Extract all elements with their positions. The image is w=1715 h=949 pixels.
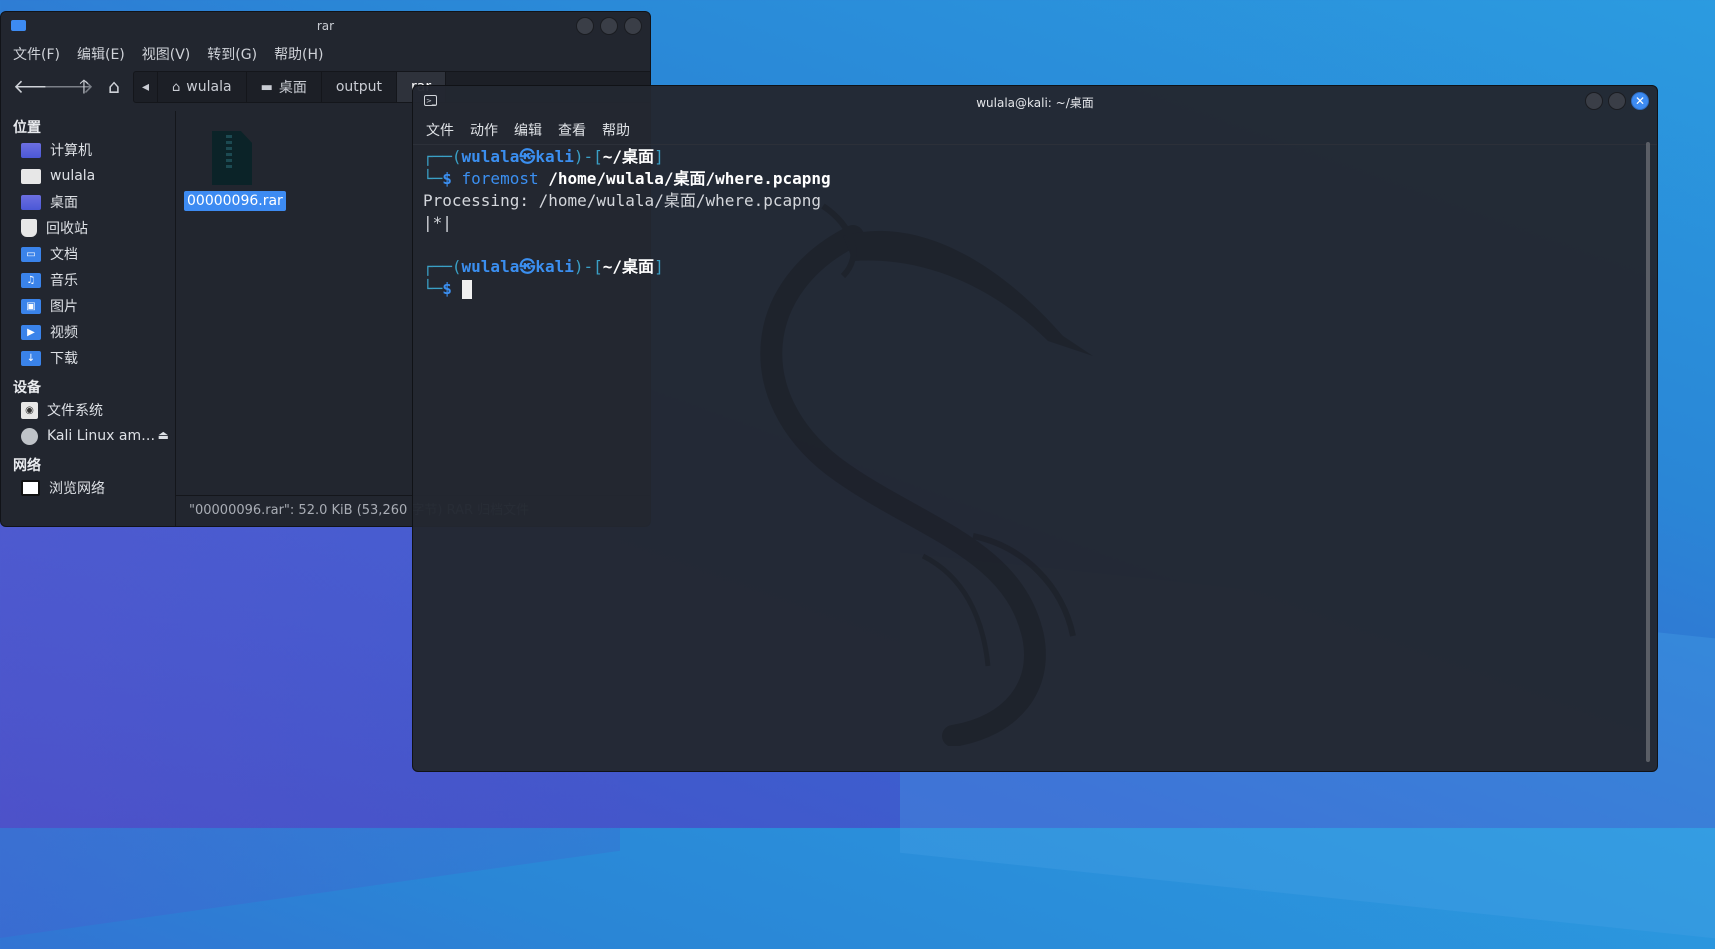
home-icon[interactable]: ⌂ bbox=[103, 76, 125, 98]
sidebar-item-label: 下载 bbox=[50, 351, 78, 367]
output-line: Processing: /home/wulala/桌面/where.pcapng bbox=[423, 191, 822, 210]
breadcrumb-item-desktop[interactable]: ▬ 桌面 bbox=[247, 72, 322, 102]
sidebar-item-label: wulala bbox=[50, 168, 96, 184]
breadcrumb-scroll-left[interactable]: ◂ bbox=[134, 72, 159, 102]
sidebar-item-label: 图片 bbox=[50, 299, 78, 315]
prompt-user: wulala㉿kali bbox=[461, 257, 574, 276]
desktop-icon: ▬ bbox=[260, 79, 273, 95]
text-cursor bbox=[461, 280, 472, 299]
breadcrumb-label: output bbox=[335, 79, 383, 95]
network-icon bbox=[21, 480, 40, 496]
title-bar[interactable]: >_ wulala@kali: ~/桌面 ✕ bbox=[413, 86, 1657, 116]
breadcrumb-label: 桌面 bbox=[278, 80, 307, 96]
terminal-output[interactable]: ┌──(wulala㉿kali)-[~/桌面] └─$ foremost /ho… bbox=[423, 146, 1637, 771]
sidebar-item-downloads[interactable]: ↓ 下载 bbox=[1, 345, 175, 371]
archive-file-icon bbox=[212, 131, 252, 185]
home-icon: ⌂ bbox=[172, 79, 181, 95]
prompt-dir: ~/桌面 bbox=[602, 257, 655, 276]
maximize-button[interactable] bbox=[600, 17, 618, 35]
menu-file[interactable]: 文件(F) bbox=[13, 44, 60, 64]
scrollbar[interactable] bbox=[1646, 142, 1650, 762]
sidebar: 位置 计算机 wulala 桌面 回收站 ▭ 文档 ♫ 音乐 ▣ 图片 ▶ 视频 ↓ 下载… bbox=[1, 111, 176, 526]
minimize-button[interactable] bbox=[1585, 92, 1603, 110]
menu-file[interactable]: 文件 bbox=[426, 120, 454, 140]
sidebar-item-kali-disc[interactable]: Kali Linux am… ⏏ bbox=[1, 423, 175, 449]
prompt-user: wulala㉿kali bbox=[461, 147, 574, 166]
trash-icon bbox=[21, 219, 37, 237]
up-arrow-icon[interactable]: 🡑 bbox=[73, 76, 95, 98]
title-bar[interactable]: rar bbox=[1, 12, 650, 40]
harddisk-icon: ◉ bbox=[21, 401, 38, 419]
sidebar-item-label: 文档 bbox=[50, 247, 78, 263]
sidebar-item-label: 视频 bbox=[50, 325, 78, 341]
sidebar-item-label: 回收站 bbox=[46, 221, 88, 237]
terminal-window: >_ wulala@kali: ~/桌面 ✕ 文件 动作 编辑 查看 帮助 ┌─… bbox=[412, 85, 1658, 772]
sidebar-header-places: 位置 bbox=[13, 120, 41, 136]
menu-bar: 文件 动作 编辑 查看 帮助 bbox=[413, 116, 1657, 145]
window-title: wulala@kali: ~/桌面 bbox=[976, 96, 1094, 110]
sidebar-header-devices: 设备 bbox=[13, 380, 41, 396]
prompt-line: ┌──(wulala㉿kali)-[~/桌面] bbox=[423, 147, 664, 166]
desktop-icon bbox=[21, 194, 41, 210]
command-argument: /home/wulala/桌面/where.pcapng bbox=[548, 169, 831, 188]
breadcrumb-label: wulala bbox=[186, 79, 232, 95]
file-item[interactable]: 00000096.rar bbox=[176, 111, 296, 221]
menu-view[interactable]: 视图(V) bbox=[142, 44, 191, 64]
sidebar-item-music[interactable]: ♫ 音乐 bbox=[1, 267, 175, 293]
input-line[interactable]: └─$ bbox=[423, 278, 1637, 300]
close-button[interactable] bbox=[624, 17, 642, 35]
sidebar-item-label: Kali Linux am… bbox=[47, 428, 156, 444]
videos-folder-icon: ▶ bbox=[21, 324, 41, 340]
sidebar-item-pictures[interactable]: ▣ 图片 bbox=[1, 293, 175, 319]
pictures-folder-icon: ▣ bbox=[21, 298, 41, 314]
menu-help[interactable]: 帮助(H) bbox=[274, 44, 323, 64]
output-line: |*| bbox=[423, 213, 452, 232]
forward-arrow-icon[interactable]: 🡒 bbox=[43, 76, 94, 98]
computer-icon bbox=[21, 142, 41, 158]
minimize-button[interactable] bbox=[576, 17, 594, 35]
documents-folder-icon: ▭ bbox=[21, 246, 41, 262]
menu-go[interactable]: 转到(G) bbox=[207, 44, 257, 64]
menu-edit[interactable]: 编辑 bbox=[514, 120, 542, 140]
menu-view[interactable]: 查看 bbox=[558, 120, 586, 140]
sidebar-item-label: 音乐 bbox=[50, 273, 78, 289]
home-folder-icon bbox=[21, 168, 41, 184]
close-button[interactable]: ✕ bbox=[1631, 92, 1649, 110]
sidebar-item-label: 桌面 bbox=[50, 195, 78, 211]
sidebar-item-documents[interactable]: ▭ 文档 bbox=[1, 241, 175, 267]
file-name-label: 00000096.rar bbox=[184, 191, 286, 211]
back-arrow-icon[interactable]: 🡐 bbox=[13, 76, 64, 98]
sidebar-item-filesystem[interactable]: ◉ 文件系统 bbox=[1, 397, 175, 423]
command-line: └─$ foremost /home/wulala/桌面/where.pcapn… bbox=[423, 169, 831, 188]
eject-icon[interactable]: ⏏ bbox=[158, 428, 169, 442]
zipper-decoration bbox=[226, 135, 232, 169]
sidebar-item-trash[interactable]: 回收站 bbox=[1, 215, 175, 241]
sidebar-item-videos[interactable]: ▶ 视频 bbox=[1, 319, 175, 345]
breadcrumb-item-output[interactable]: output bbox=[322, 72, 398, 102]
downloads-folder-icon: ↓ bbox=[21, 350, 41, 366]
sidebar-item-computer[interactable]: 计算机 bbox=[1, 137, 175, 163]
sidebar-item-label: 浏览网络 bbox=[49, 481, 105, 497]
sidebar-item-label: 计算机 bbox=[50, 143, 92, 159]
breadcrumb-item-home[interactable]: ⌂ wulala bbox=[158, 72, 247, 102]
menu-bar: 文件(F) 编辑(E) 视图(V) 转到(G) 帮助(H) bbox=[1, 40, 650, 68]
maximize-button[interactable] bbox=[1608, 92, 1626, 110]
sidebar-item-browse-network[interactable]: 浏览网络 bbox=[1, 475, 175, 501]
prompt-line: ┌──(wulala㉿kali)-[~/桌面] bbox=[423, 257, 664, 276]
music-folder-icon: ♫ bbox=[21, 272, 41, 288]
sidebar-item-home[interactable]: wulala bbox=[1, 163, 175, 189]
disc-icon bbox=[21, 427, 38, 445]
sidebar-item-desktop[interactable]: 桌面 bbox=[1, 189, 175, 215]
prompt-dir: ~/桌面 bbox=[602, 147, 655, 166]
menu-help[interactable]: 帮助 bbox=[602, 120, 630, 140]
menu-actions[interactable]: 动作 bbox=[470, 120, 498, 140]
window-title: rar bbox=[316, 19, 335, 33]
sidebar-item-label: 文件系统 bbox=[47, 403, 103, 419]
command-name: foremost bbox=[461, 169, 539, 188]
menu-edit[interactable]: 编辑(E) bbox=[77, 44, 125, 64]
sidebar-header-network: 网络 bbox=[13, 458, 41, 474]
